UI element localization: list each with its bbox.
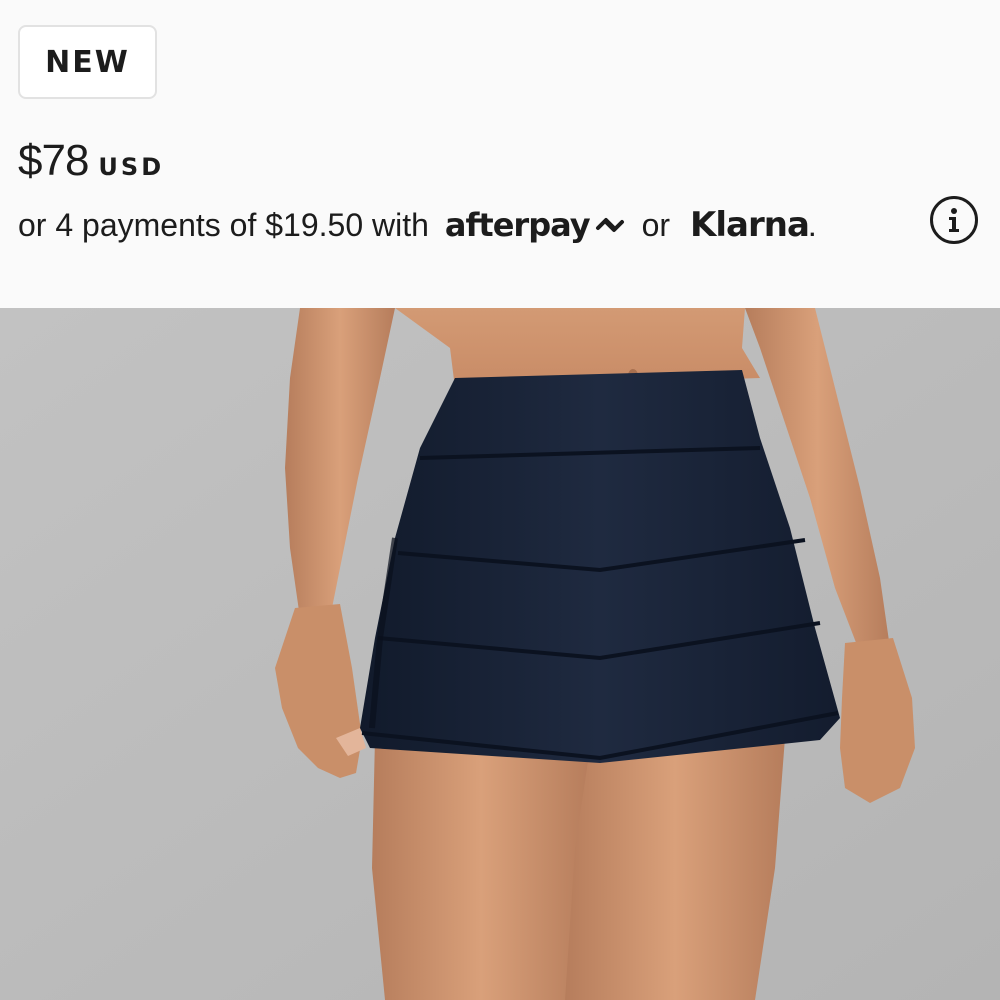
klarna-logo[interactable]: Klarna.: [690, 205, 816, 245]
afterpay-logo[interactable]: afterpay: [445, 206, 628, 244]
installment-row: or 4 payments of $19.50 with afterpay or…: [18, 200, 816, 250]
product-header: NEW $78 USD or 4 payments of $19.50 with…: [0, 0, 1000, 308]
klarna-wordmark: Klarna: [690, 205, 810, 245]
product-image: [0, 308, 1000, 1000]
info-icon[interactable]: [930, 196, 978, 244]
price-currency: USD: [98, 153, 165, 181]
afterpay-arrows-icon: [595, 218, 624, 232]
klarna-dot: .: [808, 220, 816, 241]
installment-text: or 4 payments of $19.50 with: [18, 206, 429, 243]
skirt-photo: [0, 308, 1000, 1000]
right-leg: [565, 738, 785, 1000]
or-separator: or: [641, 206, 671, 243]
price-amount: $78: [18, 136, 89, 185]
new-badge: NEW: [18, 25, 157, 99]
info-glyph: [949, 208, 959, 232]
afterpay-wordmark: afterpay: [444, 206, 591, 244]
left-leg: [372, 738, 590, 1000]
price-row: $78 USD: [18, 136, 164, 186]
